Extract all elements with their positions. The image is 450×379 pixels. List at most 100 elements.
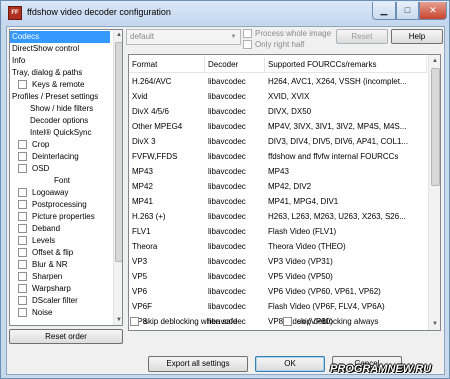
tree-item[interactable]: Picture properties: [10, 211, 112, 223]
tree-item-checkbox[interactable]: [18, 80, 27, 89]
settings-tree[interactable]: Codecs DirectShow control Info Tray, dialog…: [9, 29, 123, 326]
table-row[interactable]: H.263 (+) libavcodec H263, L263, M263, U26…: [129, 209, 427, 224]
preset-combo[interactable]: default ▼: [126, 29, 241, 45]
tree-item[interactable]: Deband: [10, 223, 112, 235]
tree-item-checkbox[interactable]: [18, 272, 27, 281]
tree-item-label: Crop: [32, 140, 50, 149]
cell-format: MP42: [132, 182, 153, 191]
tree-item-checkbox[interactable]: [18, 200, 27, 209]
table-row[interactable]: MP41 libavcodec MP41, MPG4, DIV1: [129, 194, 427, 209]
tree-item-checkbox[interactable]: [18, 152, 27, 161]
table-row[interactable]: MP42 libavcodec MP42, DIV2: [129, 179, 427, 194]
tree-item-checkbox[interactable]: [18, 296, 27, 305]
tree-item-checkbox[interactable]: [18, 188, 27, 197]
tree-item-label: Warpsharp: [32, 284, 71, 293]
tree-item[interactable]: Logoaway: [10, 187, 112, 199]
tree-item-label: Deband: [32, 224, 61, 233]
tree-item[interactable]: Blur & NR: [10, 259, 112, 271]
scroll-up-icon[interactable]: ▲: [114, 30, 122, 40]
tree-item[interactable]: Offset & flip: [10, 247, 112, 259]
tree-item[interactable]: Show / hide filters: [10, 103, 112, 115]
tree-item[interactable]: OSD: [10, 163, 112, 175]
tree-scrollbar[interactable]: ▲ ▼: [113, 30, 122, 325]
tree-item-checkbox[interactable]: [18, 212, 27, 221]
tree-item-label: Levels: [32, 236, 56, 245]
table-row[interactable]: VP6F libavcodec Flash Video (VP6F, FLV4, V…: [129, 299, 427, 314]
codecs-list[interactable]: Format Decoder Supported FOURCCs/remarks…: [128, 54, 441, 331]
list-scroll-thumb[interactable]: [431, 68, 440, 186]
minimize-button[interactable]: ▁: [372, 2, 396, 20]
scroll-up-icon[interactable]: ▲: [429, 55, 440, 67]
skip-deblocking-safe-option[interactable]: skip deblocking when safe: [130, 316, 270, 328]
tree-item-checkbox[interactable]: [18, 284, 27, 293]
tree-item[interactable]: Postprocessing: [10, 199, 112, 211]
scroll-down-icon[interactable]: ▼: [429, 318, 440, 330]
tree-item[interactable]: Deinterlacing: [10, 151, 112, 163]
tree-item[interactable]: Decoder options: [10, 115, 112, 127]
cell-decoder: libavcodec: [208, 257, 246, 266]
reset-order-button[interactable]: Reset order: [9, 329, 123, 344]
list-scrollbar[interactable]: ▲ ▼: [428, 55, 440, 330]
tree-item-label: Postprocessing: [32, 200, 87, 209]
process-whole-image-checkbox[interactable]: [243, 29, 252, 38]
tree-item-checkbox[interactable]: [18, 260, 27, 269]
tree-item[interactable]: Font: [10, 175, 112, 187]
table-row[interactable]: Other MPEG4 libavcodec MP4V, 3IVX, 3IV1, 3…: [129, 119, 427, 134]
tree-item-checkbox[interactable]: [18, 308, 27, 317]
tree-item[interactable]: DScaler filter: [10, 295, 112, 307]
tree-item[interactable]: Sharpen: [10, 271, 112, 283]
table-row[interactable]: FLV1 libavcodec Flash Video (FLV1): [129, 224, 427, 239]
tree-item[interactable]: Profiles / Preset settings: [10, 91, 112, 103]
only-right-half-option[interactable]: Only right half: [243, 39, 343, 50]
table-row[interactable]: DivX 3 libavcodec DIV3, DIV4, DIV5, DIV6, …: [129, 134, 427, 149]
table-row[interactable]: VP3 libavcodec VP3 Video (VP31): [129, 254, 427, 269]
close-button[interactable]: ✕: [419, 2, 447, 20]
table-row[interactable]: VP5 libavcodec VP5 Video (VP50): [129, 269, 427, 284]
tree-item-label: Decoder options: [30, 116, 89, 125]
tree-item[interactable]: Levels: [10, 235, 112, 247]
help-button[interactable]: Help: [391, 29, 443, 44]
table-row[interactable]: H.264/AVC libavcodec H264, AVC1, X264, VSS…: [129, 74, 427, 89]
tree-item[interactable]: Tray, dialog & paths: [10, 67, 112, 79]
tree-item-checkbox[interactable]: [18, 224, 27, 233]
maximize-button[interactable]: □: [396, 2, 419, 20]
column-header-fourccs[interactable]: Supported FOURCCs/remarks: [265, 57, 427, 73]
scroll-down-icon[interactable]: ▼: [114, 315, 122, 325]
table-row[interactable]: Xvid libavcodec XVID, XVIX: [129, 89, 427, 104]
tree-item-checkbox[interactable]: [18, 236, 27, 245]
cell-fourccs: VP5 Video (VP50): [268, 272, 333, 281]
table-row[interactable]: Theora libavcodec Theora Video (THEO): [129, 239, 427, 254]
column-header-format[interactable]: Format: [129, 57, 205, 73]
cell-fourccs: MP42, DIV2: [268, 182, 312, 191]
skip-deblocking-always-checkbox[interactable]: [283, 317, 292, 326]
tree-item[interactable]: Noise: [10, 307, 112, 319]
tree-item[interactable]: Info: [10, 55, 112, 67]
tree-scroll-thumb[interactable]: [115, 42, 122, 262]
title-bar[interactable]: FF ffdshow video decoder configuration ▁…: [1, 1, 449, 25]
table-row[interactable]: VP6 libavcodec VP6 Video (VP60, VP61, VP62…: [129, 284, 427, 299]
cell-format: DivX 4/5/6: [132, 107, 169, 116]
cell-decoder: libavcodec: [208, 272, 246, 281]
skip-deblocking-safe-checkbox[interactable]: [130, 317, 139, 326]
tree-item[interactable]: Intel® QuickSync: [10, 127, 112, 139]
ok-button[interactable]: OK: [255, 356, 325, 372]
cell-fourccs: H263, L263, M263, U263, X263, S26...: [268, 212, 406, 221]
tree-item[interactable]: DirectShow control: [10, 43, 112, 55]
tree-item[interactable]: Crop: [10, 139, 112, 151]
reset-button[interactable]: Reset: [336, 29, 388, 44]
table-row[interactable]: MP43 libavcodec MP43: [129, 164, 427, 179]
export-all-settings-button[interactable]: Export all settings: [148, 356, 248, 372]
tree-item-checkbox[interactable]: [18, 164, 27, 173]
tree-item[interactable]: Keys & remote: [10, 79, 112, 91]
skip-deblocking-always-label: skip deblocking always: [297, 317, 379, 326]
tree-item-checkbox[interactable]: [18, 140, 27, 149]
table-row[interactable]: DivX 4/5/6 libavcodec DIVX, DX50: [129, 104, 427, 119]
tree-item[interactable]: Warpsharp: [10, 283, 112, 295]
tree-item-checkbox[interactable]: [18, 248, 27, 257]
tree-item[interactable]: Codecs: [10, 31, 110, 43]
skip-deblocking-always-option[interactable]: skip deblocking always: [283, 316, 423, 328]
table-row[interactable]: FVFW,FFDS libavcodec ffdshow and ffvfw int…: [129, 149, 427, 164]
column-header-decoder[interactable]: Decoder: [205, 57, 265, 73]
only-right-half-checkbox[interactable]: [243, 40, 252, 49]
process-whole-image-option[interactable]: Process whole image: [243, 28, 343, 39]
